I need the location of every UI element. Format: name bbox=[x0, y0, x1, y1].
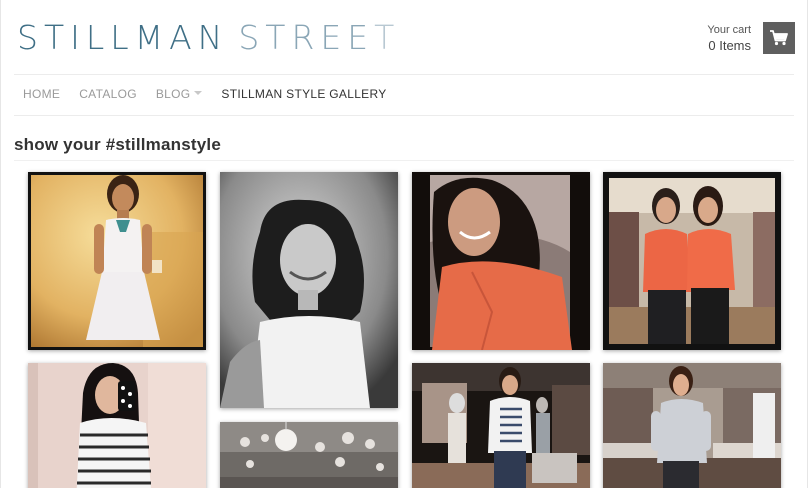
photo-boutique-striped-top bbox=[412, 363, 590, 488]
cart-widget[interactable]: Your cart 0 Items bbox=[707, 22, 795, 54]
nav-divider bbox=[14, 115, 794, 116]
nav-item-label: HOME bbox=[23, 87, 61, 101]
nav-item-blog[interactable]: BLOG bbox=[156, 87, 203, 101]
nav-item-label: STILLMAN STYLE GALLERY bbox=[221, 87, 387, 101]
logo-word-street: STREE bbox=[238, 18, 375, 57]
nav-item-home[interactable]: HOME bbox=[23, 87, 60, 101]
gallery-photo-8[interactable] bbox=[603, 363, 781, 488]
gallery-photo-1[interactable] bbox=[28, 172, 206, 350]
cart-item-count: 0 Items bbox=[708, 38, 751, 53]
cart-button[interactable] bbox=[763, 22, 795, 54]
nav-item-label: CATALOG bbox=[79, 87, 137, 101]
nav-item-label: BLOG bbox=[155, 87, 191, 101]
gallery-photo-3[interactable] bbox=[412, 172, 590, 350]
photo-striped-mirror-selfie bbox=[28, 363, 206, 488]
logo-word-street-end: T bbox=[374, 18, 401, 57]
photo-chandelier-store bbox=[220, 422, 398, 488]
chevron-down-icon bbox=[194, 91, 203, 95]
gallery-photo-2[interactable] bbox=[220, 172, 398, 408]
gallery-photo-7[interactable] bbox=[412, 363, 590, 488]
gallery-photo-4[interactable] bbox=[603, 172, 781, 350]
nav-item-stillman-style-gallery[interactable]: STILLMAN STYLE GALLERY bbox=[221, 87, 386, 101]
photo-boutique-grey-top bbox=[603, 363, 781, 488]
cart-summary[interactable]: Your cart 0 Items bbox=[707, 22, 751, 54]
photo-coral-blouse-selfie bbox=[412, 172, 590, 350]
page-title: show your #stillmanstyle bbox=[14, 135, 221, 154]
nav-item-catalog[interactable]: CATALOG bbox=[79, 87, 137, 101]
photo-white-dress bbox=[28, 172, 206, 350]
store-logo[interactable]: STILLMAN STREET bbox=[17, 18, 400, 58]
title-divider bbox=[14, 160, 794, 161]
cart-label: Your cart bbox=[707, 24, 751, 36]
photo-two-women-coral bbox=[603, 172, 781, 350]
gallery-photo-5[interactable] bbox=[28, 363, 206, 488]
main-navigation: HOME CATALOG BLOG STILLMAN STYLE GALLERY bbox=[23, 87, 406, 101]
photo-black-white-portrait bbox=[220, 172, 398, 408]
shopping-cart-icon bbox=[770, 30, 788, 46]
header-divider bbox=[14, 74, 794, 75]
gallery-photo-6[interactable] bbox=[220, 422, 398, 488]
logo-word-stillman: STILLMAN bbox=[17, 18, 229, 57]
